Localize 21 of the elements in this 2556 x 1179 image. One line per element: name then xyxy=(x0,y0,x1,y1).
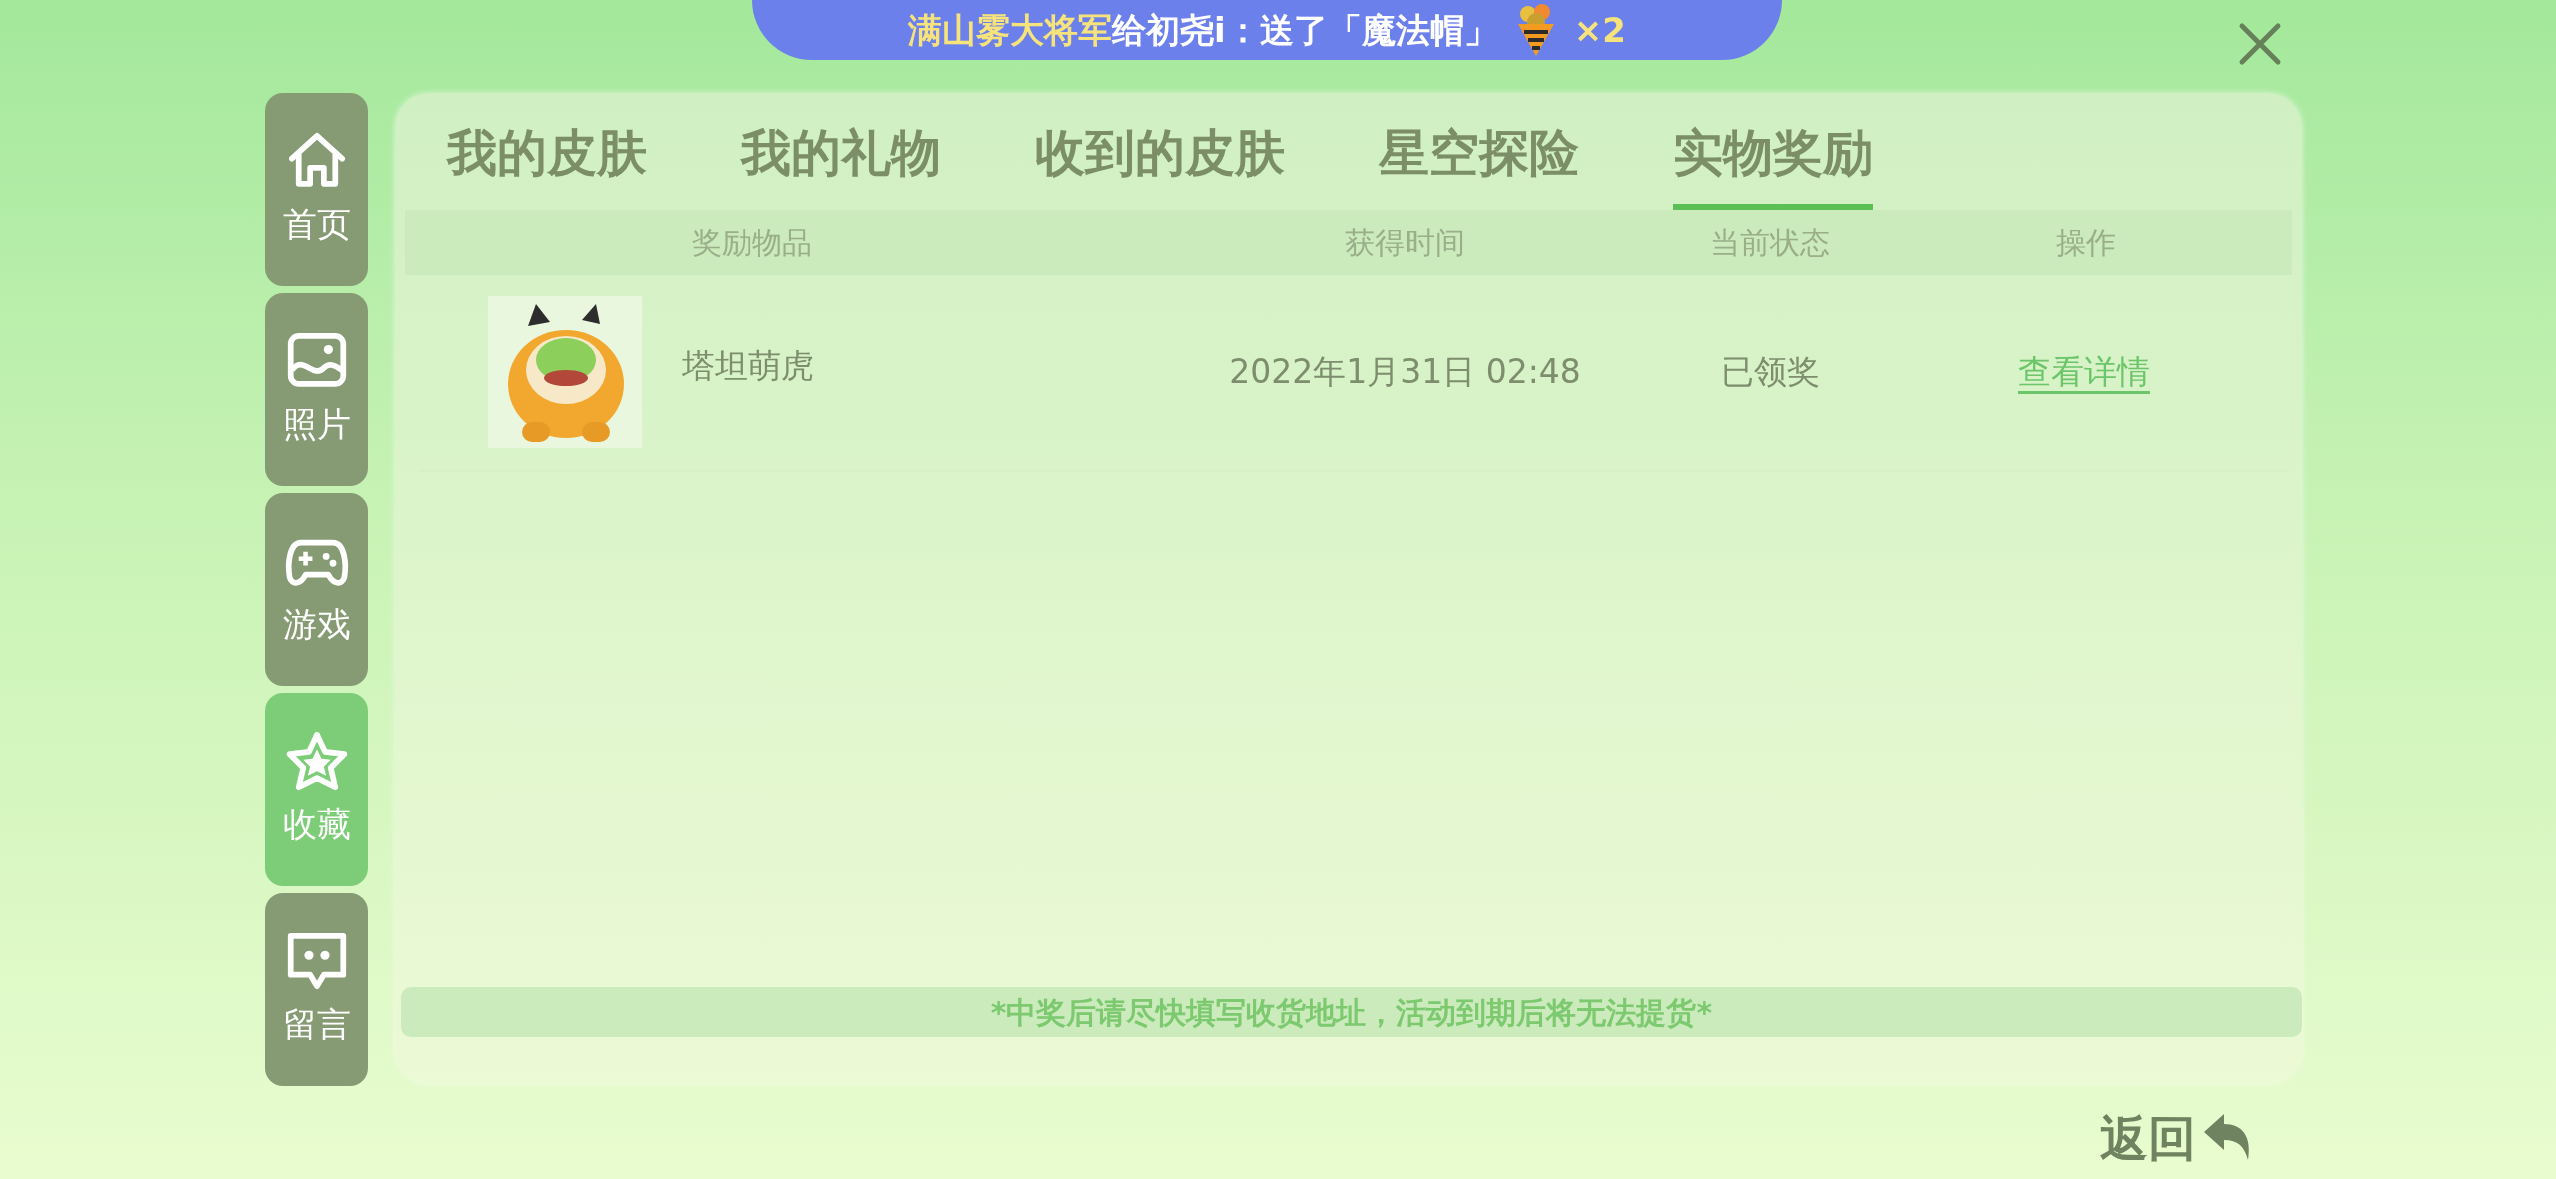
table-cell: 已领奖 xyxy=(1720,352,1820,392)
column-header: 当前状态 xyxy=(1710,225,1830,260)
gift-count: ×2 xyxy=(1573,8,1626,52)
tab[interactable]: 收到的皮肤 xyxy=(1035,113,1285,210)
sidebar-item[interactable]: 收藏 xyxy=(265,693,368,886)
column-header: 获得时间 xyxy=(1345,225,1465,260)
notice-text: *中奖后请尽快填写收货地址，活动到期后将无法提货* xyxy=(401,987,2302,1037)
sidebar-item[interactable]: 照片 xyxy=(265,293,368,486)
column-header: 操作 xyxy=(2056,225,2116,260)
gift-message: 给初尧i：送了「魔法帽」 xyxy=(1112,8,1498,52)
item-name: 塔坦萌虎 xyxy=(682,345,814,388)
sidebar-item[interactable]: 首页 xyxy=(265,93,368,286)
sidebar-item[interactable]: 留言 xyxy=(265,893,368,1086)
table-cell: 2022年1月31日 02:48 xyxy=(1229,352,1581,392)
back-button[interactable]: 返回 xyxy=(2100,1102,2256,1174)
sidebar-item[interactable]: 游戏 xyxy=(265,493,368,686)
tab[interactable]: 我的皮肤 xyxy=(447,113,647,210)
view-details-link[interactable]: 查看详情 xyxy=(2018,352,2150,392)
column-header: 奖励物品 xyxy=(692,225,812,260)
tab[interactable]: 我的礼物 xyxy=(741,113,941,210)
tab[interactable]: 星空探险 xyxy=(1379,113,1579,210)
